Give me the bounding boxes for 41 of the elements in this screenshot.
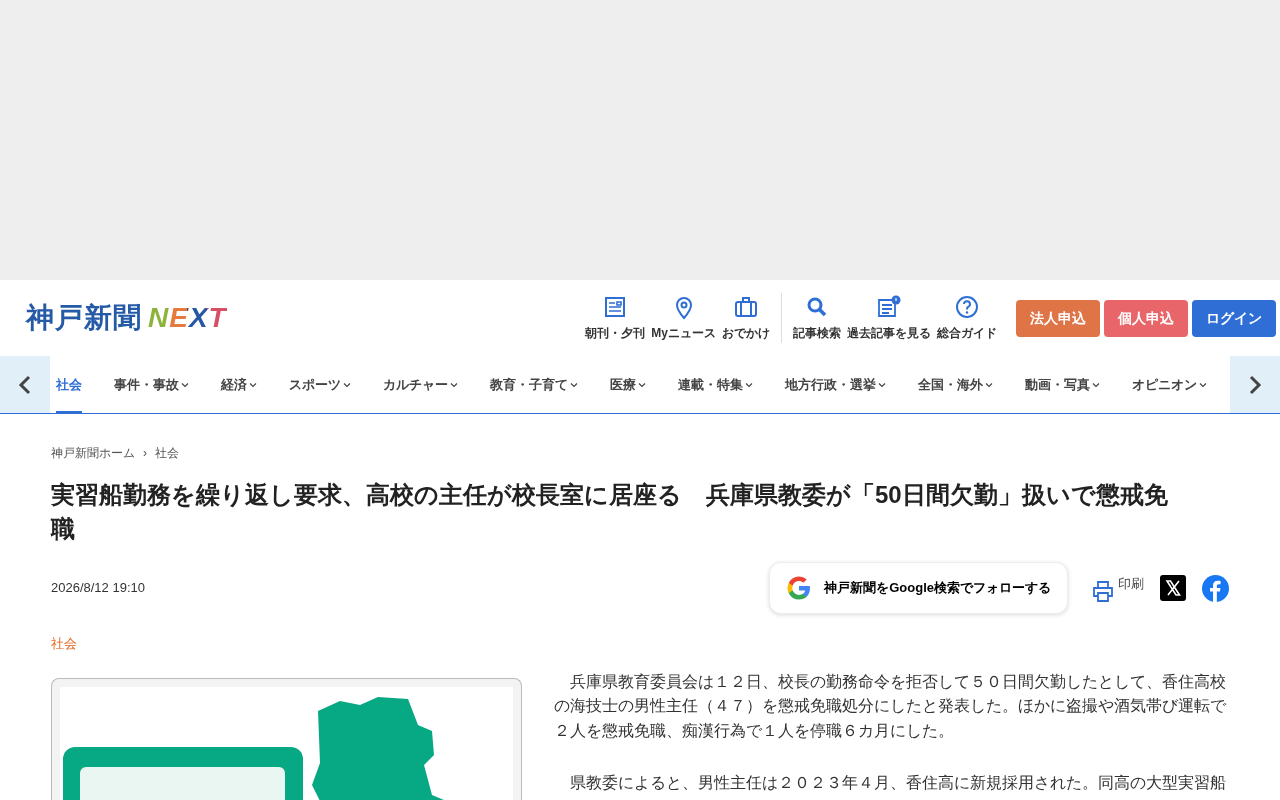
nav-tab[interactable]: 医療 [610, 356, 646, 413]
facebook-icon[interactable] [1202, 574, 1229, 602]
toolbar-button[interactable]: Myニュース [648, 294, 719, 342]
nav-tab[interactable]: 事件・事故 [114, 356, 189, 413]
header-button[interactable]: ログイン [1192, 299, 1276, 337]
article-title: 実習船勤務を繰り返し要求、高校の主任が校長室に居座る 兵庫県教委が「50日間欠勤」扱いで懲戒免職 [51, 480, 1169, 544]
x-icon[interactable] [1160, 575, 1186, 601]
category-link[interactable]: 社会 [51, 634, 1229, 654]
nav-tab[interactable]: スポーツ [289, 356, 351, 413]
toolbar-button[interactable]: おでかけ [719, 294, 773, 342]
toolbar-button[interactable]: 総合ガイド [934, 294, 1000, 342]
nav-tab[interactable]: 動画・写真 [1025, 356, 1100, 413]
publish-date: 2026/8/12 19:10 [51, 579, 145, 598]
nav-tab[interactable]: 連載・特集 [678, 356, 753, 413]
breadcrumb-separator: › [143, 445, 147, 462]
article-paragraph: 県教委によると、男性主任は２０２３年４月、香住高に新規採用された。同高の大型実習船 [569, 773, 1227, 793]
printer-icon [1092, 580, 1114, 602]
toolbar-button[interactable]: 過去記事を見る [844, 294, 934, 342]
chevron-right-icon [1248, 374, 1262, 395]
breadcrumb-link[interactable]: 社会 [155, 444, 179, 462]
scroll-right-button[interactable] [1230, 356, 1280, 413]
print-button[interactable]: 印刷 [1092, 574, 1144, 602]
site-logo[interactable]: 神戸新聞 NEXT [26, 297, 227, 339]
google-icon [786, 575, 813, 601]
article-paragraph: 兵庫県教育委員会は１２日、校長の勤務命令を拒否して５０日間欠勤したとして、香住高校の海技士の男性主任（４７）を懲戒免職処分にしたと発表した。ほかに盗撮や酒気帯び運転で２人を懲戒免職、痴漢行為で１人を停職６カ月にした。 [554, 671, 1227, 741]
nav-tab[interactable]: カルチャー [383, 356, 458, 413]
toolbar-button[interactable]: 記事検索 [790, 294, 844, 342]
nav-tab[interactable]: 経済 [221, 356, 257, 413]
scroll-left-button[interactable] [0, 356, 50, 413]
toolbar-button[interactable]: 朝刊・夕刊 [582, 294, 649, 342]
help-icon [954, 294, 980, 320]
nav-tab[interactable]: 地方行政・選挙 [785, 356, 886, 413]
nav-tab[interactable]: 社会 [56, 356, 82, 413]
nav-tab[interactable]: 教育・子育て [490, 356, 578, 413]
nav-tab[interactable]: 全国・海外 [918, 356, 993, 413]
document-icon [876, 294, 902, 320]
suitcase-icon [733, 294, 759, 320]
chevron-left-icon [18, 374, 32, 395]
breadcrumb-link[interactable]: 神戸新聞ホーム [51, 444, 135, 462]
follow-button[interactable]: 神戸新聞をGoogle検索でフォローする [769, 562, 1068, 614]
nav-tab[interactable]: オピニオン [1132, 356, 1207, 413]
